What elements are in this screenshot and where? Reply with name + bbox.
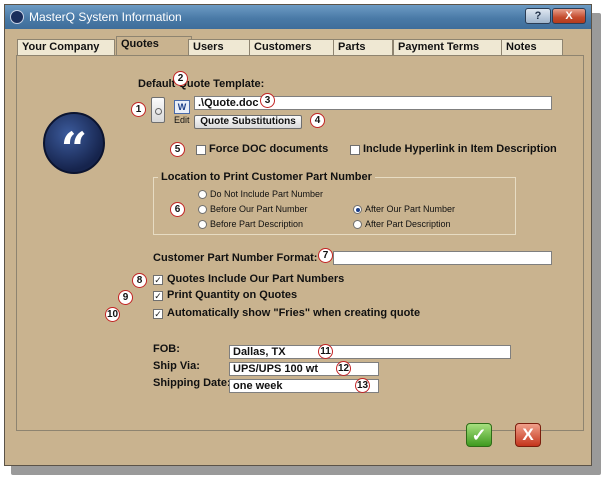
fob-label: FOB:	[153, 343, 180, 355]
include-our-part-numbers-label: Quotes Include Our Part Numbers	[167, 273, 345, 285]
location-group-title: Location to Print Customer Part Number	[158, 171, 375, 183]
window-title: MasterQ System Information	[29, 10, 182, 24]
callout-marker-1: 1	[131, 102, 146, 117]
include-hyperlink-checkbox[interactable]	[350, 145, 360, 155]
ship-via-label: Ship Via:	[153, 360, 200, 372]
callout-marker-10: 10	[105, 307, 120, 322]
customer-part-format-label: Customer Part Number Format:	[153, 252, 318, 264]
tab-users[interactable]: Users	[188, 39, 252, 55]
auto-show-fries-label: Automatically show "Fries" when creating…	[167, 307, 421, 319]
tab-notes[interactable]: Notes	[501, 39, 563, 55]
callout-marker-7: 7	[318, 248, 333, 263]
tab-parts[interactable]: Parts	[333, 39, 393, 55]
tab-customers[interactable]: Customers	[249, 39, 339, 55]
customer-part-format-field[interactable]	[333, 251, 552, 265]
callout-marker-8: 8	[132, 273, 147, 288]
search-icon	[155, 108, 162, 115]
callout-marker-3: 3	[260, 93, 275, 108]
help-button[interactable]: ?	[525, 8, 551, 24]
edit-template-label[interactable]: Edit	[174, 115, 190, 125]
print-quantity-checkbox[interactable]: ✓	[153, 291, 163, 301]
radio-before-description[interactable]	[198, 220, 207, 229]
default-template-label: Default Quote Template:	[138, 78, 265, 90]
radio-before-our-part-label: Before Our Part Number	[210, 204, 308, 214]
callout-marker-6: 6	[170, 202, 185, 217]
tab-quotes[interactable]: Quotes	[116, 36, 192, 56]
callout-marker-5: 5	[170, 142, 185, 157]
quote-logo-icon: “	[43, 112, 105, 176]
location-groupbox	[153, 177, 516, 235]
browse-template-button[interactable]	[151, 97, 165, 123]
radio-do-not-include-label: Do Not Include Part Number	[210, 189, 324, 199]
callout-marker-2: 2	[173, 71, 188, 86]
callout-marker-11: 11	[318, 344, 333, 359]
radio-do-not-include[interactable]	[198, 190, 207, 199]
print-quantity-label: Print Quantity on Quotes	[167, 289, 298, 301]
ship-via-field[interactable]: UPS/UPS 100 wt	[229, 362, 379, 376]
system-info-window: MasterQ System Information ? X Your Comp…	[4, 4, 592, 466]
force-doc-checkbox[interactable]	[196, 145, 206, 155]
quote-substitutions-button[interactable]: Quote Substitutions	[194, 115, 302, 129]
tab-your-company[interactable]: Your Company	[17, 39, 115, 55]
fob-field[interactable]: Dallas, TX	[229, 345, 511, 359]
include-hyperlink-label: Include Hyperlink in Item Description	[363, 143, 557, 155]
radio-before-description-label: Before Part Description	[210, 219, 304, 229]
tab-payment-terms[interactable]: Payment Terms	[393, 39, 503, 55]
app-icon	[10, 10, 24, 24]
auto-show-fries-checkbox[interactable]: ✓	[153, 309, 163, 319]
include-our-part-numbers-checkbox[interactable]: ✓	[153, 275, 163, 285]
cancel-button[interactable]: X	[515, 423, 541, 447]
radio-after-our-part-label: After Our Part Number	[365, 204, 456, 214]
callout-marker-12: 12	[336, 361, 351, 376]
word-doc-icon[interactable]: W	[174, 100, 190, 114]
title-bar[interactable]: MasterQ System Information ? X	[5, 5, 591, 29]
radio-after-our-part[interactable]	[353, 205, 362, 214]
shipping-date-label: Shipping Date:	[153, 377, 231, 389]
force-doc-label: Force DOC documents	[209, 143, 329, 155]
template-path-field[interactable]: .\Quote.doc	[194, 96, 552, 110]
callout-marker-9: 9	[118, 290, 133, 305]
callout-marker-4: 4	[310, 113, 325, 128]
close-button[interactable]: X	[552, 8, 586, 24]
ok-button[interactable]: ✓	[466, 423, 492, 447]
radio-after-description-label: After Part Description	[365, 219, 451, 229]
callout-marker-13: 13	[355, 378, 370, 393]
radio-after-description[interactable]	[353, 220, 362, 229]
radio-before-our-part[interactable]	[198, 205, 207, 214]
